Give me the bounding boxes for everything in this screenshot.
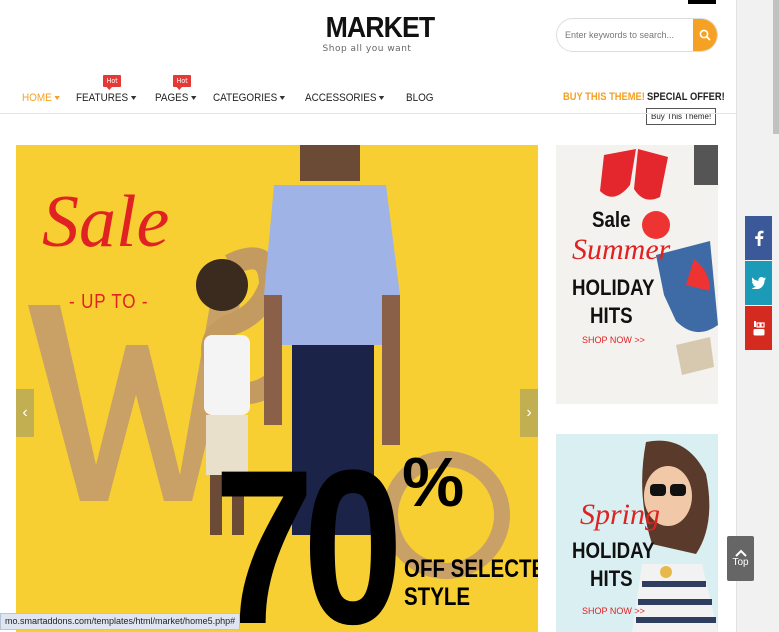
summer-banner-sale: Sale (592, 207, 631, 232)
site-logo[interactable]: MARKET Shop all you want (322, 12, 436, 55)
spring-banner-hits: HITS (590, 566, 633, 591)
hot-badge: Hot (172, 75, 192, 90)
nav-item-accessories[interactable]: ACCESSORIES (305, 92, 385, 104)
search-button[interactable] (693, 19, 717, 51)
chevron-left-icon: ‹ (22, 404, 28, 421)
search-icon (699, 29, 711, 41)
nav-item-label: ACCESSORIES (305, 92, 377, 104)
twitter-button[interactable] (745, 261, 772, 305)
nav-item-label: BLOG (405, 92, 434, 104)
main-nav: HOME Hot FEATURES Hot PAGES CATEGORIES A… (22, 75, 448, 106)
hero-percent-sign: % (402, 443, 465, 521)
slider-prev-button[interactable]: ‹ (16, 389, 34, 437)
chevron-up-icon (734, 549, 747, 557)
youtube-icon (753, 321, 765, 336)
hero-offer-line-1: OFF SELECTED (404, 555, 538, 583)
facebook-button[interactable] (745, 216, 772, 260)
nav-item-label: CATEGORIES (212, 92, 278, 104)
hero-upto-text: - UP TO - (69, 291, 149, 313)
nav-item-label: PAGES (154, 92, 189, 104)
slider-next-button[interactable]: › (520, 389, 538, 437)
back-to-top-button[interactable]: Top (727, 536, 754, 581)
logo-title: MARKET (325, 12, 436, 44)
nav-item-blog[interactable]: BLOG (406, 92, 434, 104)
summer-banner[interactable]: Sale Summer HOLIDAY HITS SHOP NOW >> (556, 145, 718, 404)
search-box (556, 18, 718, 52)
hero-sale-heading: Sale (42, 181, 170, 263)
chevron-down-icon (190, 96, 197, 100)
nav-item-home[interactable]: HOME (22, 92, 60, 104)
hero-slider[interactable]: Sale - UP TO - 70 % OFF SELECTED STYLE ‹… (16, 145, 538, 632)
special-offer-link[interactable]: SPECIAL OFFER! (647, 91, 725, 103)
twitter-icon (751, 277, 766, 289)
hot-badge: Hot (103, 75, 122, 90)
chevron-down-icon (130, 96, 137, 100)
youtube-button[interactable] (745, 306, 772, 350)
chevron-down-icon (379, 96, 385, 100)
nav-item-label: HOME (22, 92, 52, 104)
facebook-icon (754, 230, 763, 246)
buy-theme-link[interactable]: BUY THIS THEME! (563, 91, 645, 103)
nav-item-features[interactable]: Hot FEATURES (76, 75, 137, 104)
summer-banner-holiday: HOLIDAY (572, 275, 655, 300)
hero-offer-line-2: STYLE (404, 583, 471, 611)
hero-discount-number: 70 (214, 424, 403, 632)
buy-theme-tooltip: Buy This Theme! (646, 108, 717, 125)
browser-status-url: mo.smartaddons.com/templates/html/market… (0, 613, 241, 630)
summer-banner-script: Summer (572, 233, 671, 266)
spring-model-image (632, 440, 718, 632)
spring-banner-holiday: HOLIDAY (572, 538, 655, 563)
nav-item-pages[interactable]: Hot PAGES (154, 75, 197, 104)
logo-subtitle: Shop all you want (322, 44, 412, 54)
top-bar-fragment (688, 0, 716, 4)
summer-shop-now-link[interactable]: SHOP NOW >> (582, 335, 645, 345)
summer-banner-hits: HITS (590, 303, 633, 328)
spring-shop-now-link[interactable]: SHOP NOW >> (582, 606, 645, 616)
spring-banner-script: Spring (580, 498, 661, 531)
spring-banner[interactable]: Spring HOLIDAY HITS SHOP NOW >> (556, 434, 718, 632)
search-input[interactable] (557, 19, 695, 51)
nav-item-categories[interactable]: CATEGORIES (212, 92, 286, 104)
page: MARKET Shop all you want HOME Hot FEATUR… (0, 0, 779, 632)
scrollbar-thumb[interactable] (773, 0, 779, 134)
nav-item-label: FEATURES (76, 92, 129, 104)
chevron-down-icon (279, 96, 286, 100)
header-divider (0, 113, 736, 114)
chevron-right-icon: › (526, 404, 532, 421)
back-to-top-label: Top (732, 557, 749, 568)
chevron-down-icon (54, 96, 60, 100)
